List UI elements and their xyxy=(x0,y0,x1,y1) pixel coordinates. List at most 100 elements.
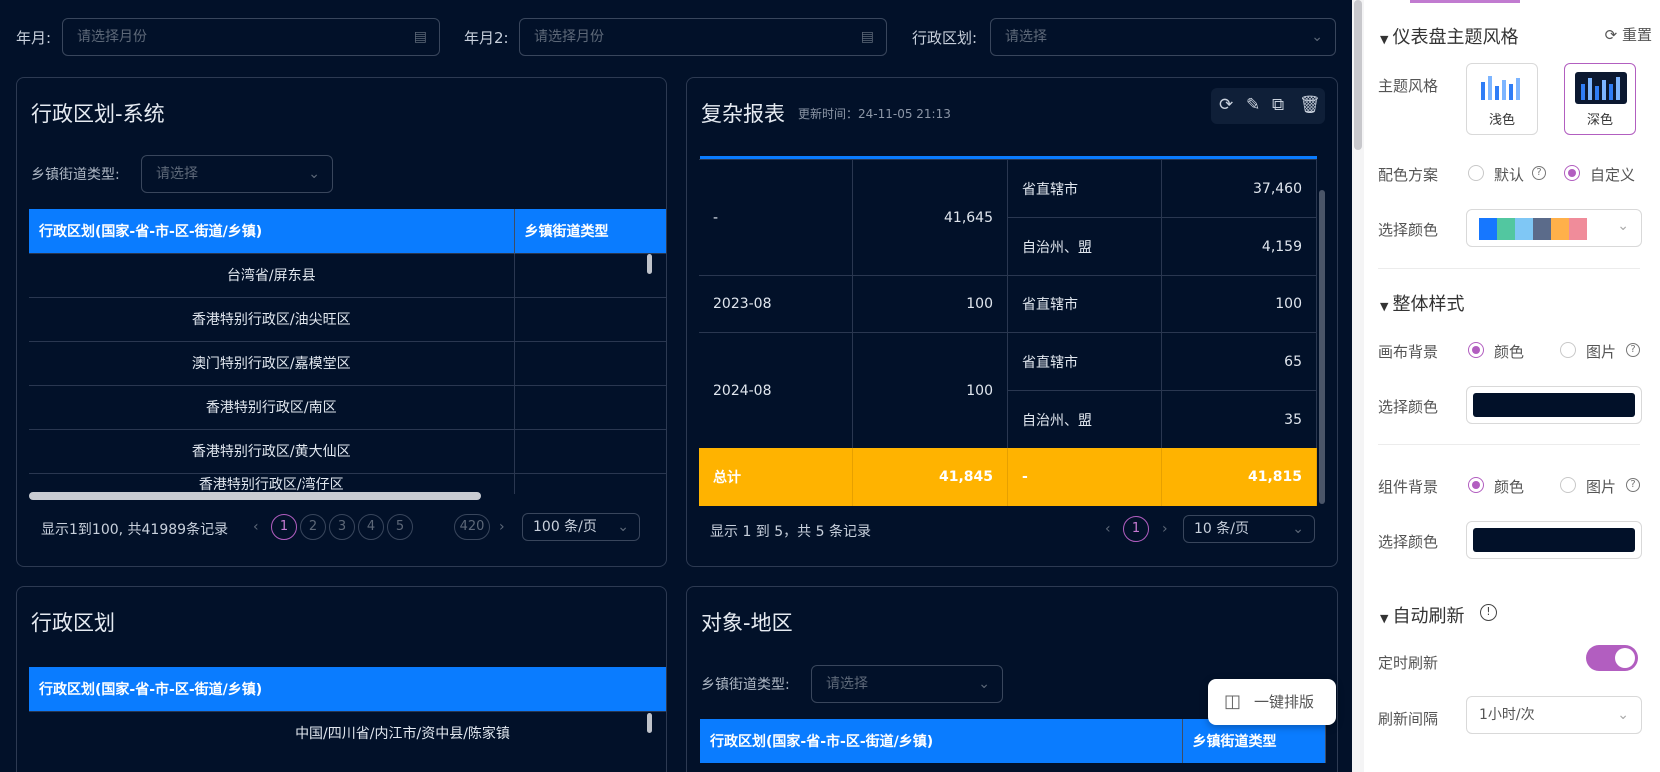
column-header-region[interactable]: 行政区划(国家-省-市-区-街道/乡镇) xyxy=(29,209,515,253)
page-button[interactable]: 1 xyxy=(1123,516,1149,542)
canvas-bg-color-radio[interactable] xyxy=(1468,342,1484,358)
page-button[interactable]: 1 xyxy=(271,514,297,540)
column-header-town-type[interactable]: 乡镇街道类型 xyxy=(514,209,666,253)
table-row[interactable]: 澳门特别行政区/嘉模堂区 xyxy=(29,340,666,385)
settings-panel: ▼ 仪表盘主题风格 ⟳ 重置 主题风格 浅色 深色 配色方案 默认 ? 自定义 选… xyxy=(1364,0,1660,772)
copy-icon[interactable]: ⧉ xyxy=(1272,95,1284,115)
calendar-icon: ▤ xyxy=(860,29,874,45)
prev-page-icon[interactable]: ‹ xyxy=(1105,521,1111,537)
palette-swatch xyxy=(1479,218,1497,240)
canvas-bg-image-radio[interactable] xyxy=(1560,342,1576,358)
scheme-custom-radio[interactable] xyxy=(1564,165,1580,181)
month1-picker[interactable]: 请选择月份 ▤ xyxy=(62,18,440,56)
canvas-color-swatch xyxy=(1473,393,1635,417)
refresh-section-header[interactable]: ▼ 自动刷新 xyxy=(1380,602,1464,628)
region-table-2: 行政区划(国家-省-市-区-街道/乡镇) 中国/四川省/内江市/资中县/陈家镇 xyxy=(29,667,666,755)
reset-button[interactable]: ⟳ 重置 xyxy=(1605,24,1652,45)
cell-town-type xyxy=(514,384,666,429)
month2-picker[interactable]: 请选择月份 ▤ xyxy=(519,18,887,56)
column-header-town-type[interactable]: 乡镇街道类型 xyxy=(1182,719,1326,763)
widget-color-swatch xyxy=(1473,528,1635,552)
table-row[interactable]: 香港特别行政区/南区 xyxy=(29,384,666,429)
total-label: 总计 xyxy=(699,448,853,506)
updated-time: 更新时间：24-11-05 21:13 xyxy=(798,107,951,121)
cell-type: 自治州、盟 xyxy=(1008,217,1162,275)
column-header-region[interactable]: 行政区划(国家-省-市-区-街道/乡镇) xyxy=(29,667,666,711)
timed-refresh-toggle[interactable] xyxy=(1586,645,1638,671)
theme-light-card[interactable]: 浅色 xyxy=(1466,63,1538,135)
table-row[interactable]: 台湾省/屏东县 xyxy=(29,252,666,297)
next-page-icon[interactable]: › xyxy=(1162,521,1168,537)
page-size-select[interactable]: 100 条/页 ⌄ xyxy=(522,513,640,541)
refresh-icon[interactable]: ⟳ xyxy=(1219,95,1233,115)
edit-icon[interactable]: ✎ xyxy=(1246,95,1260,115)
town-type-select[interactable]: 请选择 ⌄ xyxy=(141,155,333,193)
prev-page-icon[interactable]: ‹ xyxy=(253,519,259,535)
palette-swatch xyxy=(1515,218,1533,240)
table-horizontal-scrollbar[interactable] xyxy=(29,492,481,500)
object-region-table: 行政区划(国家-省-市-区-街道/乡镇) 乡镇街道类型 xyxy=(700,719,1326,763)
next-page-icon[interactable]: › xyxy=(499,519,505,535)
interval-label: 刷新间隔 xyxy=(1378,710,1439,728)
table-row[interactable]: 香港特别行政区/油尖旺区 xyxy=(29,296,666,341)
page-button[interactable]: 4 xyxy=(358,514,384,540)
last-page-button[interactable]: 420 xyxy=(454,514,490,540)
widget-color-picker[interactable] xyxy=(1466,521,1642,559)
delete-icon[interactable]: 🗑 xyxy=(1299,95,1321,115)
palette-select[interactable]: ⌄ xyxy=(1466,209,1642,247)
table-row[interactable]: 香港特别行政区/湾仔区 xyxy=(29,472,666,494)
cell-type: 省直辖市 xyxy=(1008,332,1162,390)
widget-bg-image-radio[interactable] xyxy=(1560,477,1576,493)
widget-bg-color-radio[interactable] xyxy=(1468,477,1484,493)
help-icon[interactable]: ? xyxy=(1626,343,1640,357)
scheme-label: 配色方案 xyxy=(1378,166,1439,184)
canvas-color-picker[interactable] xyxy=(1466,386,1642,424)
page-button[interactable]: 3 xyxy=(329,514,355,540)
scheme-custom-label: 自定义 xyxy=(1590,166,1636,184)
month1-placeholder: 请选择月份 xyxy=(77,29,147,45)
theme-section-header[interactable]: ▼ 仪表盘主题风格 xyxy=(1380,23,1518,49)
canvas-bg-color-label: 颜色 xyxy=(1494,343,1525,361)
scheme-default-label: 默认 xyxy=(1494,166,1525,184)
canvas-color-label: 选择颜色 xyxy=(1378,398,1439,416)
cell-value: 65 xyxy=(1162,332,1317,390)
scheme-default-radio[interactable] xyxy=(1468,165,1484,181)
widget-bg-label: 组件背景 xyxy=(1378,478,1439,496)
region-select[interactable]: 请选择 ⌄ xyxy=(990,18,1336,56)
cell-town-type xyxy=(514,340,666,385)
theme-label: 主题风格 xyxy=(1378,77,1439,95)
help-icon[interactable]: ? xyxy=(1532,166,1546,180)
table-row[interactable]: 香港特别行政区/黄大仙区 xyxy=(29,428,666,473)
reset-label: 重置 xyxy=(1621,26,1652,44)
widget-bg-image-label: 图片 xyxy=(1586,478,1617,496)
theme-dark-card[interactable]: 深色 xyxy=(1564,63,1636,135)
overall-section-header[interactable]: ▼ 整体样式 xyxy=(1380,290,1464,316)
page-size-value: 100 条/页 xyxy=(533,519,597,535)
report-vertical-scrollbar[interactable] xyxy=(1319,190,1325,504)
page-scrollbar-thumb[interactable] xyxy=(1354,0,1362,150)
page-button[interactable]: 2 xyxy=(300,514,326,540)
table-vertical-scrollbar[interactable] xyxy=(647,254,652,274)
refresh-icon: ⟳ xyxy=(1604,26,1618,44)
page-button[interactable]: 5 xyxy=(387,514,413,540)
calendar-icon: ▤ xyxy=(413,29,427,45)
report-page-size-select[interactable]: 10 条/页 ⌄ xyxy=(1183,515,1315,543)
interval-value: 1小时/次 xyxy=(1479,707,1535,723)
help-icon[interactable]: ? xyxy=(1626,478,1640,492)
caret-down-icon: ▼ xyxy=(1380,33,1389,46)
interval-select[interactable]: 1小时/次 ⌄ xyxy=(1466,696,1642,734)
cell-total: 100 xyxy=(853,332,1008,448)
palette-swatch xyxy=(1569,218,1587,240)
column-header-region[interactable]: 行政区划(国家-省-市-区-街道/乡镇) xyxy=(700,719,1183,763)
widget-color-label: 选择颜色 xyxy=(1378,533,1439,551)
cell-month: 2024-08 xyxy=(699,332,853,448)
cell-region: 香港特别行政区/油尖旺区 xyxy=(29,296,515,341)
table-vertical-scrollbar[interactable] xyxy=(647,713,652,733)
cell-total: 41,645 xyxy=(853,159,1008,275)
town-type-select[interactable]: 请选择 ⌄ xyxy=(811,665,1003,703)
info-icon[interactable]: ! xyxy=(1480,604,1497,621)
auto-layout-button[interactable]: ◫ 一键排版 xyxy=(1208,679,1336,725)
panel-title: 行政区划-系统 xyxy=(31,102,165,126)
table-row[interactable]: 中国/四川省/内江市/资中县/陈家镇 xyxy=(29,710,666,755)
active-tab-indicator xyxy=(1410,0,1520,3)
